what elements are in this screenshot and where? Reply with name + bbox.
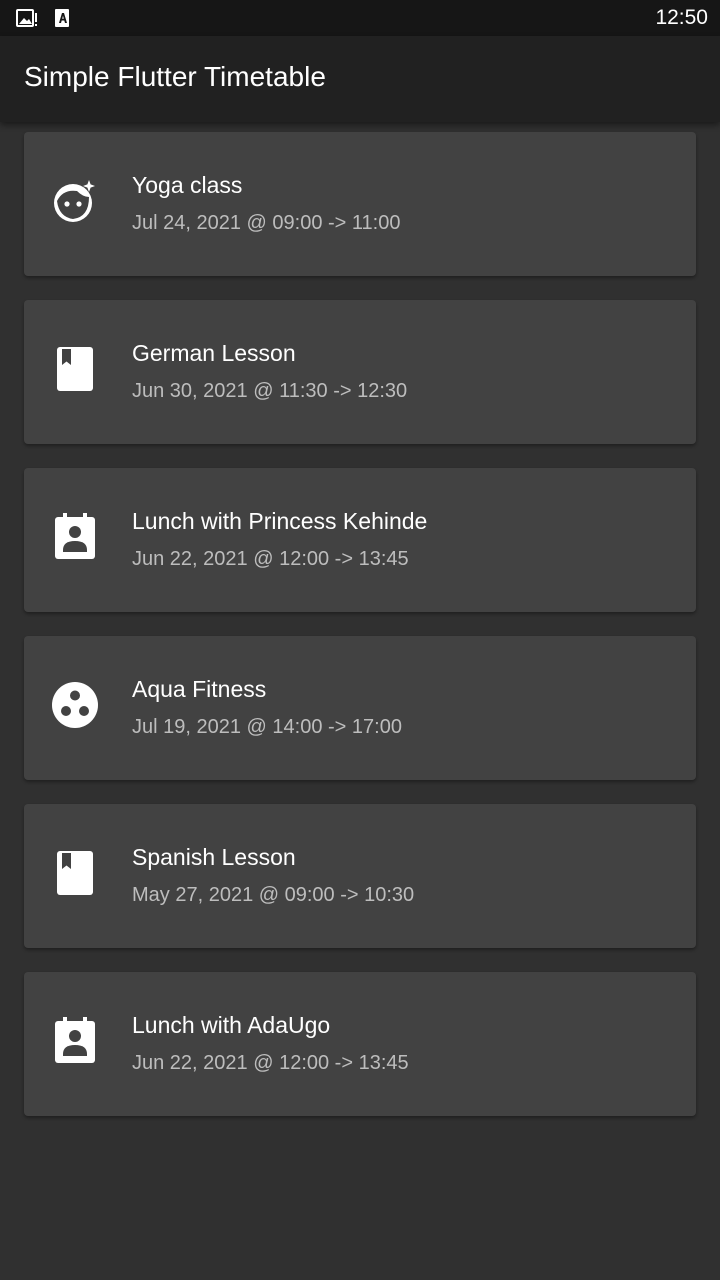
status-time: 12:50 <box>655 6 708 29</box>
event-title: German Lesson <box>132 340 296 366</box>
event-title: Yoga class <box>132 172 243 198</box>
app-bar: Simple Flutter Timetable <box>0 36 720 122</box>
page-title: Simple Flutter Timetable <box>24 61 326 92</box>
event-datetime: Jun 30, 2021 @ 11:30 -> 12:30 <box>132 380 408 402</box>
event-datetime: Jul 24, 2021 @ 09:00 -> 11:00 <box>132 212 401 234</box>
event-datetime: Jun 22, 2021 @ 12:00 -> 13:45 <box>132 1052 409 1074</box>
event-datetime: May 27, 2021 @ 09:00 -> 10:30 <box>132 884 415 906</box>
event-card[interactable]: Spanish Lesson May 27, 2021 @ 09:00 -> 1… <box>24 804 696 948</box>
book-icon <box>51 849 99 897</box>
workspaces-icon <box>51 681 99 729</box>
event-card[interactable]: German Lesson Jun 30, 2021 @ 11:30 -> 12… <box>24 300 696 444</box>
event-card[interactable]: Lunch with Princess Kehinde Jun 22, 2021… <box>24 468 696 612</box>
event-title: Aqua Fitness <box>132 676 267 702</box>
event-title: Lunch with Princess Kehinde <box>132 508 428 534</box>
event-card[interactable]: Yoga class Jul 24, 2021 @ 09:00 -> 11:00 <box>24 132 696 276</box>
book-icon <box>51 345 99 393</box>
contact-calendar-icon <box>51 1017 99 1065</box>
event-datetime: Jun 22, 2021 @ 12:00 -> 13:45 <box>132 548 409 570</box>
face-icon <box>51 177 99 225</box>
font-download-icon <box>53 8 75 28</box>
status-bar: 12:50 <box>0 0 720 36</box>
event-list: Yoga class Jul 24, 2021 @ 09:00 -> 11:00… <box>24 132 696 1140</box>
image-alert-icon <box>16 8 38 28</box>
event-card[interactable]: Lunch with AdaUgo Jun 22, 2021 @ 12:00 -… <box>24 972 696 1116</box>
event-card[interactable]: Aqua Fitness Jul 19, 2021 @ 14:00 -> 17:… <box>24 636 696 780</box>
contact-calendar-icon <box>51 513 99 561</box>
event-title: Spanish Lesson <box>132 844 296 870</box>
event-title: Lunch with AdaUgo <box>132 1012 331 1038</box>
event-datetime: Jul 19, 2021 @ 14:00 -> 17:00 <box>132 716 402 738</box>
